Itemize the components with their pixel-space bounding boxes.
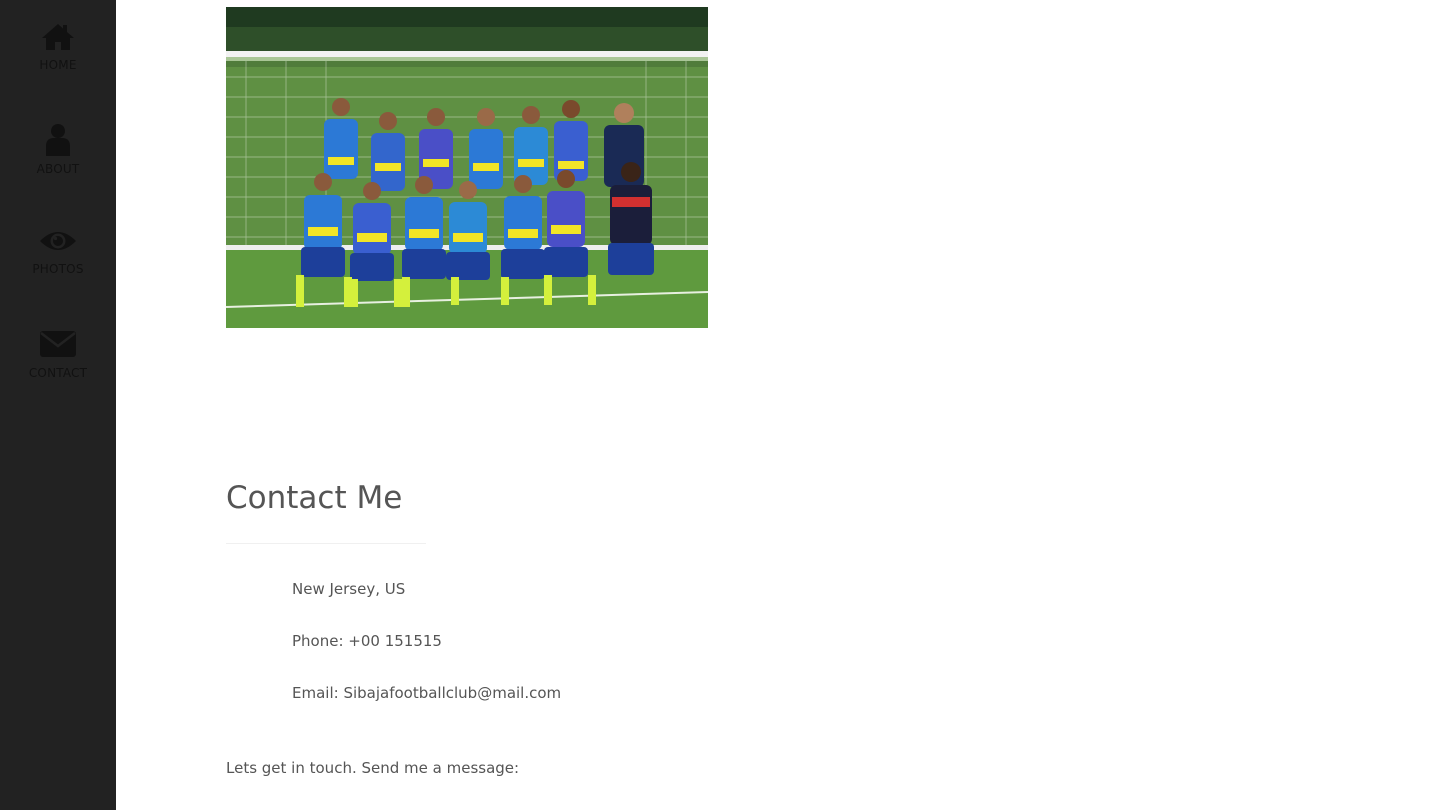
title-divider [226, 543, 426, 544]
sidebar-nav: HOME ABOUT PHOTOS CONTACT [0, 0, 116, 810]
nav-item-contact[interactable]: CONTACT [0, 328, 116, 424]
envelope-icon [40, 331, 76, 357]
contact-title: Contact Me [226, 480, 403, 516]
nav-label-contact: CONTACT [28, 366, 88, 380]
home-icon [42, 24, 74, 50]
main-content: Contact Me New Jersey, US Phone: +00 151… [116, 0, 1436, 810]
team-photo [226, 7, 708, 328]
contact-cta: Lets get in touch. Send me a message: [226, 759, 520, 777]
nav-item-home[interactable]: HOME [0, 22, 116, 118]
nav-label-about: ABOUT [36, 162, 80, 176]
contact-email: Email: Sibajafootballclub@mail.com [292, 684, 562, 702]
eye-icon [40, 232, 76, 250]
nav-item-photos[interactable]: PHOTOS [0, 226, 116, 322]
team-photo-image [226, 7, 708, 328]
nav-label-home: HOME [39, 58, 77, 72]
contact-location: New Jersey, US [292, 580, 406, 598]
nav-item-about[interactable]: ABOUT [0, 122, 116, 218]
user-icon [46, 124, 70, 156]
nav-label-photos: PHOTOS [32, 262, 84, 276]
contact-phone: Phone: +00 151515 [292, 632, 442, 650]
